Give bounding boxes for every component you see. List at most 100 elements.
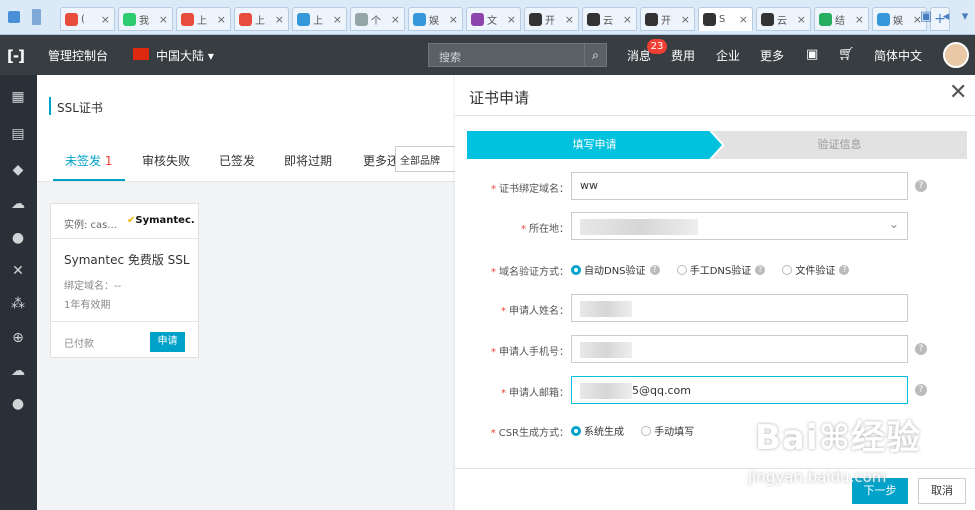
close-icon[interactable]: × xyxy=(217,13,226,26)
tab-favicon-icon xyxy=(181,12,194,26)
browser-tab[interactable]: S × xyxy=(698,7,753,31)
location-label: * 所在地： xyxy=(521,224,569,235)
applicant-name-input[interactable] xyxy=(571,294,908,322)
cart-icon[interactable]: 🛒︎ xyxy=(838,47,855,62)
window-icon[interactable]: ▣ xyxy=(918,9,934,25)
close-icon[interactable]: × xyxy=(855,13,864,26)
more-link[interactable]: 更多 xyxy=(760,47,784,64)
browser-tab[interactable]: 个 × xyxy=(350,7,405,31)
browser-tab[interactable]: 云 × xyxy=(756,7,811,31)
server-icon[interactable]: ▤ xyxy=(9,125,27,143)
avatar[interactable] xyxy=(943,42,969,68)
close-icon[interactable]: × xyxy=(507,13,516,26)
apply-button[interactable]: 申请 xyxy=(150,332,185,352)
close-icon[interactable]: × xyxy=(391,13,400,26)
tab-favicon-icon xyxy=(123,12,136,26)
browser-tab[interactable]: 文 × xyxy=(466,7,521,31)
main-content: SSL证书 未签发 1 审核失败 已签发 即将过期 更多还 全部品牌 实例: c… xyxy=(37,75,457,510)
radio-csr-manual[interactable]: 手动填写 xyxy=(641,423,694,438)
region-dropdown[interactable]: 中国大陆 ▾ xyxy=(156,47,214,64)
radio-dns-manual[interactable]: 手工DNS验证? xyxy=(676,262,766,277)
close-icon[interactable]: × xyxy=(101,13,110,26)
tab-favicon-icon xyxy=(645,12,658,26)
domain-input[interactable]: ww xyxy=(571,172,908,200)
page-title: SSL证书 xyxy=(57,101,103,115)
verify-method-label: * 域名验证方式： xyxy=(491,267,569,278)
browser-tab[interactable]: 上 × xyxy=(234,7,289,31)
applicant-phone-input[interactable] xyxy=(571,335,908,363)
divider xyxy=(51,321,198,322)
tab-title: 结 xyxy=(835,15,845,27)
browser-tab[interactable]: 开 × xyxy=(640,7,695,31)
close-icon[interactable]: × xyxy=(159,13,168,26)
browser-tab[interactable]: 结 × xyxy=(814,7,869,31)
network-icon[interactable]: ⁂ xyxy=(9,295,27,313)
radio-dns-auto[interactable]: 自动DNS验证? xyxy=(571,262,660,277)
tab-title: 云 xyxy=(603,15,613,27)
radio-icon xyxy=(641,425,652,436)
help-icon[interactable]: ? xyxy=(649,264,660,275)
close-icon[interactable]: ✕ xyxy=(949,81,967,105)
tab-unissued[interactable]: 未签发 1 xyxy=(65,152,112,169)
cancel-button[interactable]: 取消 xyxy=(918,478,966,504)
tab-title: 我 xyxy=(139,15,149,27)
back-icon[interactable]: ◂ xyxy=(938,9,954,25)
brand-filter-select[interactable]: 全部品牌 xyxy=(395,146,457,172)
tab-expiring[interactable]: 即将过期 xyxy=(284,152,332,169)
browser-tab[interactable]: (× xyxy=(60,7,115,31)
divider xyxy=(455,115,975,116)
close-icon[interactable]: × xyxy=(681,13,690,26)
browser-menu-icon[interactable] xyxy=(8,11,20,23)
chevron-down-icon: ⌄ xyxy=(888,217,899,231)
tab-issued[interactable]: 已签发 xyxy=(219,152,255,169)
enterprise-link[interactable]: 企业 xyxy=(716,47,740,64)
close-icon[interactable]: × xyxy=(333,13,342,26)
chevron-down-icon[interactable]: ▾ xyxy=(957,9,973,25)
language-link[interactable]: 简体中文 xyxy=(874,47,922,64)
close-icon[interactable]: × xyxy=(449,13,458,26)
search-box[interactable]: 搜索 ⌕ xyxy=(428,43,607,67)
browser-tab[interactable]: 上 × xyxy=(292,7,347,31)
help-icon[interactable]: ? xyxy=(915,343,927,355)
location-select[interactable]: ⌄ xyxy=(571,212,908,240)
globe-icon[interactable]: ⊕ xyxy=(9,329,27,347)
tab-failed[interactable]: 审核失败 xyxy=(142,152,190,169)
close-icon[interactable]: × xyxy=(797,13,806,26)
cloud-icon[interactable]: ☁ xyxy=(9,195,27,213)
radio-csr-system[interactable]: 系统生成 xyxy=(571,423,624,438)
shuffle-icon[interactable]: ✕ xyxy=(9,262,27,280)
applicant-email-input[interactable]: 5@qq.com xyxy=(571,376,908,404)
radio-file[interactable]: 文件验证? xyxy=(782,262,850,277)
china-flag-icon xyxy=(133,48,149,60)
search-icon[interactable]: ⌕ xyxy=(584,44,606,66)
close-icon[interactable]: × xyxy=(739,13,748,26)
close-icon[interactable]: × xyxy=(275,13,284,26)
tab-favicon-icon xyxy=(65,12,78,26)
tab-more[interactable]: 更多还 xyxy=(363,152,399,169)
help-icon[interactable]: ? xyxy=(915,384,927,396)
browser-tab[interactable]: 开 × xyxy=(524,7,579,31)
messages-badge: 23 xyxy=(647,39,667,54)
shield-icon[interactable]: ◆ xyxy=(9,161,27,179)
circle-icon[interactable]: ● xyxy=(9,395,27,413)
terminal-icon[interactable]: ▣ xyxy=(806,47,818,62)
domain-row: * 证书绑定域名： ww ? xyxy=(455,172,975,202)
browser-tab[interactable]: 云 × xyxy=(582,7,637,31)
fees-link[interactable]: 费用 xyxy=(671,47,695,64)
aliyun-logo-icon[interactable]: [-] xyxy=(7,47,25,65)
help-icon[interactable]: ? xyxy=(915,180,927,192)
cloud-upload-icon[interactable]: ☁ xyxy=(9,362,27,380)
email-visible-text: 5@qq.com xyxy=(632,384,691,397)
browser-tab[interactable]: 我 × xyxy=(118,7,173,31)
redacted-value xyxy=(580,219,698,235)
browser-tab[interactable]: 上 × xyxy=(176,7,231,31)
database-icon[interactable]: ● xyxy=(9,229,27,247)
help-icon[interactable]: ? xyxy=(755,264,766,275)
close-icon[interactable]: × xyxy=(565,13,574,26)
grid-icon[interactable]: ▦ xyxy=(9,88,27,106)
help-icon[interactable]: ? xyxy=(839,264,850,275)
name-row: * 申请人姓名： xyxy=(455,294,975,324)
close-icon[interactable]: × xyxy=(623,13,632,26)
console-link[interactable]: 管理控制台 xyxy=(48,47,108,64)
browser-tab[interactable]: 娱 × xyxy=(408,7,463,31)
